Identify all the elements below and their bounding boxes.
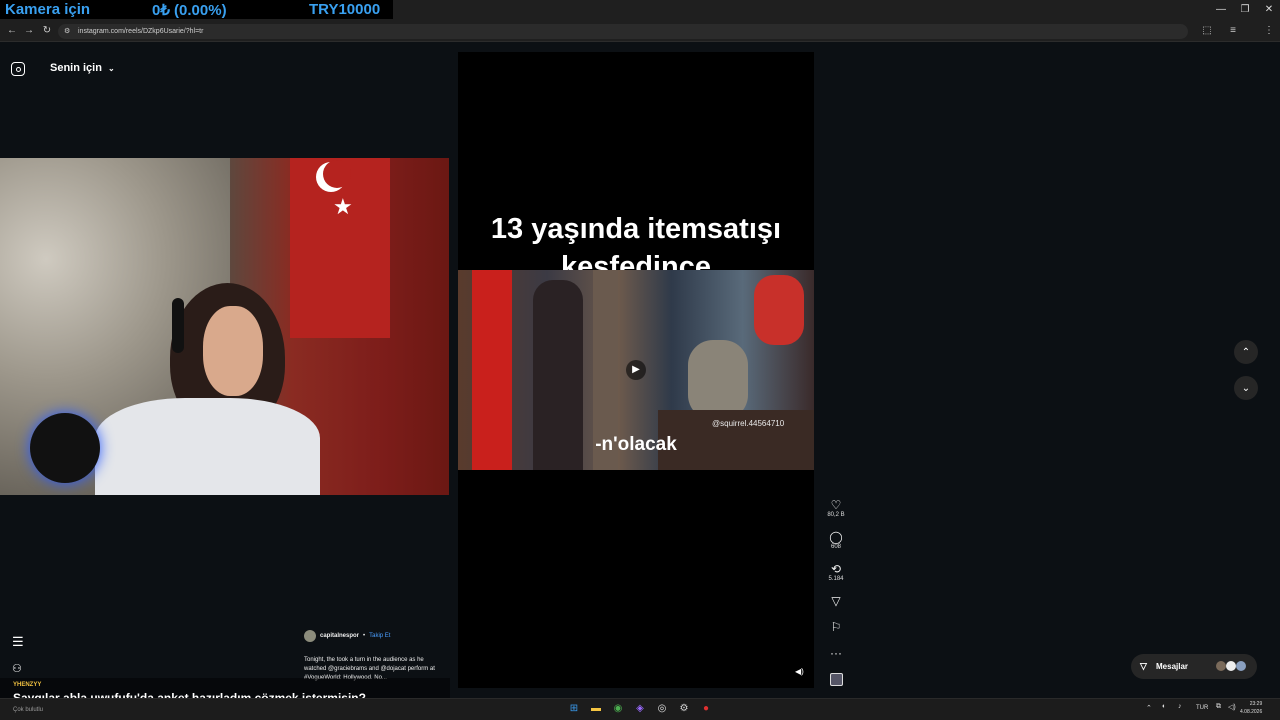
- chevron-down-icon: ⌄: [1241, 382, 1251, 394]
- app-icon[interactable]: ◈: [632, 701, 648, 717]
- feed-selector[interactable]: Senin için ⌄: [50, 62, 115, 74]
- feed-title: Senin için: [50, 62, 102, 74]
- send-icon: ▽: [831, 594, 841, 608]
- extensions-icon[interactable]: ⬚: [1200, 24, 1214, 38]
- clock[interactable]: 23:29 4.08.2026: [1240, 700, 1262, 716]
- volume-icon[interactable]: ◁): [1228, 703, 1236, 711]
- previous-reel-button[interactable]: ⌃: [1234, 340, 1258, 364]
- messages-label: Mesajlar: [1156, 662, 1189, 671]
- network-icon[interactable]: ⧉: [1216, 703, 1221, 711]
- forward-icon[interactable]: →: [22, 24, 36, 38]
- webcam-feed: ★: [0, 158, 449, 495]
- author-avatar[interactable]: [304, 630, 316, 642]
- person-face: [203, 306, 263, 396]
- comment-button[interactable]: ◯ 608: [826, 530, 846, 550]
- repost-count: 5.184: [828, 576, 844, 582]
- minimize-icon[interactable]: —: [1214, 3, 1228, 17]
- follow-button[interactable]: Takip Et: [369, 633, 390, 639]
- language-indicator[interactable]: TUR: [1196, 705, 1208, 711]
- start-windows-icon[interactable]: ⊞: [566, 701, 582, 717]
- file-explorer-icon[interactable]: ▬: [588, 701, 604, 717]
- reload-icon[interactable]: ↻: [40, 24, 54, 38]
- post-info: capitalnespor • Takip Et Tonight, the to…: [304, 630, 444, 683]
- address-bar[interactable]: ⚙ instagram.com/reels/DZkp6Usarie/?hl=tr: [58, 24, 1188, 39]
- back-icon[interactable]: ←: [5, 24, 19, 38]
- microphone: [30, 413, 100, 483]
- sound-icon[interactable]: ◀): [795, 667, 804, 676]
- instagram-logo-icon[interactable]: [11, 62, 25, 76]
- chat-username: YHENZYY: [13, 682, 42, 688]
- restore-icon[interactable]: ❐: [1238, 3, 1252, 17]
- repost-icon: ⟲: [830, 562, 842, 576]
- author-username[interactable]: capitalnespor: [320, 633, 359, 639]
- person-figure: [688, 340, 748, 420]
- person-shirt: [95, 398, 320, 495]
- browser-icon[interactable]: ◎: [654, 701, 670, 717]
- settings-icon[interactable]: ⚙: [676, 701, 692, 717]
- reel-subtitle: -n'olacak: [595, 434, 677, 455]
- meta-icon[interactable]: ⚇: [12, 662, 22, 675]
- comment-count: 608: [830, 544, 841, 550]
- chrome-icon[interactable]: ◉: [610, 701, 626, 717]
- like-count: 80,2 B: [827, 512, 845, 518]
- more-icon: ···: [830, 646, 842, 660]
- overlay-currency: TRY10000: [309, 1, 381, 18]
- headset: [172, 298, 184, 353]
- avatar: [1226, 661, 1236, 671]
- person-figure: [754, 275, 804, 345]
- more-menu-icon[interactable]: ☰: [12, 634, 24, 650]
- obs-icon[interactable]: ●: [698, 701, 714, 717]
- more-options-button[interactable]: ···: [826, 646, 846, 660]
- microphone-icon[interactable]: ♪: [1178, 703, 1182, 710]
- tray-app-icon[interactable]: ◐: [1162, 703, 1166, 710]
- close-icon[interactable]: ✕: [1262, 3, 1276, 17]
- menu-kebab-icon[interactable]: ⋮: [1262, 24, 1276, 38]
- url-text: instagram.com/reels/DZkp6Usarie/?hl=tr: [78, 28, 204, 35]
- site-info-icon[interactable]: ⚙: [64, 24, 70, 39]
- next-reel-button[interactable]: ⌄: [1234, 376, 1258, 400]
- chevron-up-icon: ⌃: [1241, 346, 1251, 358]
- overlay-label: Kamera için: [5, 1, 91, 18]
- weather-text: Çok bulutlu: [13, 707, 44, 713]
- heart-icon: ♡: [830, 498, 842, 512]
- overlay-balance: 0₺ (0.00%): [152, 2, 227, 19]
- separator-dot: •: [363, 633, 366, 639]
- date: 4.08.2026: [1240, 709, 1263, 715]
- stream-overlay-bar: Kamera için 0₺ (0.00%) TRY10000: [0, 0, 393, 19]
- avatar: [1216, 661, 1226, 671]
- chevron-down-icon: ⌄: [108, 64, 115, 73]
- bookmark-icon: ⚐: [830, 620, 842, 634]
- reel-watermark: @squirrel.44564710: [712, 419, 785, 428]
- play-icon[interactable]: ▶: [626, 360, 646, 380]
- audio-thumbnail[interactable]: [830, 673, 843, 686]
- share-button[interactable]: ▽: [826, 594, 846, 608]
- tray-chevron-icon[interactable]: ⌃: [1146, 704, 1152, 712]
- send-icon: ▽: [1140, 661, 1147, 671]
- repost-button[interactable]: ⟲ 5.184: [826, 562, 846, 582]
- avatar: [1236, 661, 1246, 671]
- comment-icon: ◯: [829, 530, 843, 544]
- flag: ★: [290, 158, 390, 338]
- messages-button[interactable]: ▽ Mesajlar: [1131, 654, 1257, 679]
- media-icon[interactable]: ≡: [1226, 24, 1240, 38]
- save-button[interactable]: ⚐: [826, 620, 846, 634]
- like-button[interactable]: ♡ 80,2 B: [826, 498, 846, 518]
- time: 23:29: [1249, 701, 1263, 707]
